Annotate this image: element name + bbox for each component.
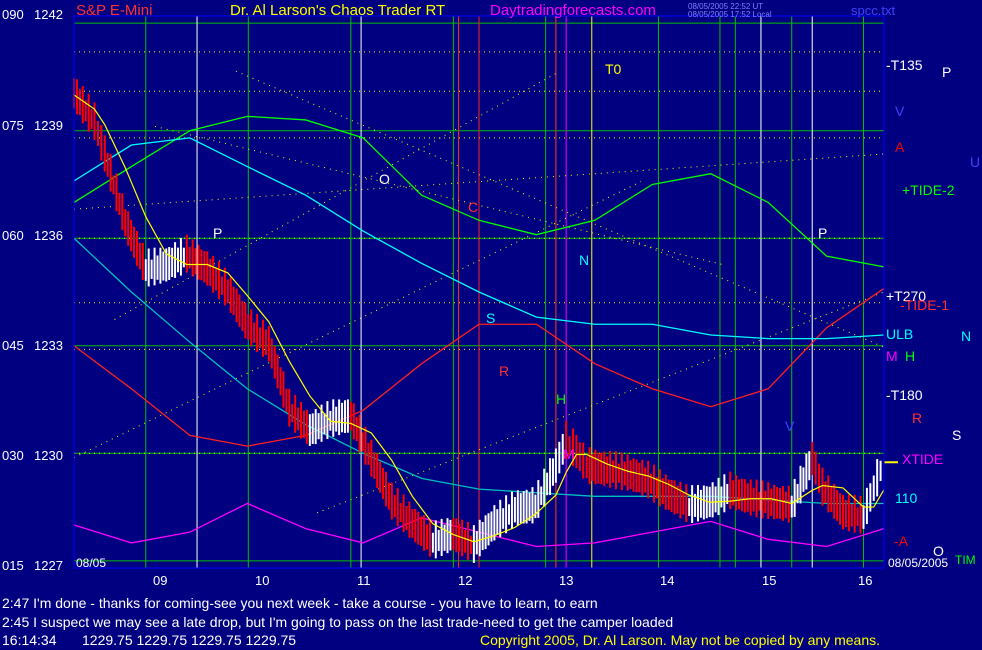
y-label-left: 015 [2,558,24,573]
label-r-right: R [912,410,923,426]
copyright-text: Copyright 2005, Dr. Al Larson. May not b… [480,632,881,648]
x-start-date: 08/05 [76,556,107,570]
x-hour-label: 15 [762,573,777,588]
fan-line [114,70,561,321]
x-hour-label: 10 [255,573,270,588]
y-label-left: 090 [2,7,24,22]
data-file-name: spcc.txt [851,3,896,18]
label-tim: TIM [955,553,976,567]
label-n-chart: N [579,252,590,268]
label-o-bottom: O [933,543,944,559]
label-t135: -T135 [886,57,923,73]
message-line: 2:47 I'm done - thanks for coming-see yo… [2,595,598,611]
status-quote: 1229.75 1229.75 1229.75 1229.75 [82,632,297,648]
y-label-right: 1233 [34,338,63,353]
label-v-right: V [895,103,905,119]
label-t0: T0 [605,61,622,77]
y-label-right: 1236 [34,228,63,243]
label-a-bottom: -A [894,533,908,549]
label-m-chart: M [563,446,575,462]
y-label-right: 1230 [34,448,63,463]
y-label-left: 075 [2,118,24,133]
x-hour-label: 09 [153,573,168,588]
y-label-right: 1242 [34,7,63,22]
y-label-right: 1239 [34,118,63,133]
fan-line [154,125,723,265]
label-p-chart: P [213,225,223,241]
chart-root: S&P E-Mini Dr. Al Larson's Chaos Trader … [0,0,982,650]
label-o-chart: O [379,171,390,187]
label-v-chart: V [785,418,795,434]
label-u-right: U [970,154,981,170]
y-label-right: 1227 [34,558,63,573]
label-ulb: ULB [886,326,914,342]
label-s-chart: S [486,310,496,326]
x-hour-label: 12 [458,573,473,588]
label-h-right: H [905,348,916,364]
label-t180: -T180 [886,387,923,403]
y-label-left: 030 [2,448,24,463]
y-label-left: 045 [2,338,24,353]
x-hour-label: 16 [858,573,873,588]
chart-title: Dr. Al Larson's Chaos Trader RT [230,2,446,19]
x-hour-label: 14 [660,573,675,588]
label-110: 110 [895,490,918,506]
fan-line [235,70,885,348]
label-p-right: P [942,64,952,80]
label-xtide: XTIDE [902,451,944,467]
label-s-right: S [952,427,962,443]
label-a-right: A [895,139,905,155]
status-time: 16:14:34 [2,632,57,648]
label-r-chart: R [499,363,510,379]
label-h-chart: H [556,391,567,407]
label-n-right: N [961,328,972,344]
label-p-chart-2: P [818,225,828,241]
x-hour-label: 11 [357,573,371,588]
local-time: 08/05/2005 17:52 Local [688,10,772,19]
label-tide-1: -TIDE-1 [900,297,949,313]
label-c-chart: C [468,199,479,215]
label-m-right: M [886,348,898,364]
label-tide-2: +TIDE-2 [902,182,955,198]
y-label-left: 060 [2,228,24,243]
chart-symbol: S&P E-Mini [76,2,153,19]
x-hour-label: 13 [559,573,574,588]
message-line: 2:45 I suspect we may see a late drop, b… [2,614,674,630]
website-link[interactable]: Daytradingforecasts.com [490,2,656,19]
